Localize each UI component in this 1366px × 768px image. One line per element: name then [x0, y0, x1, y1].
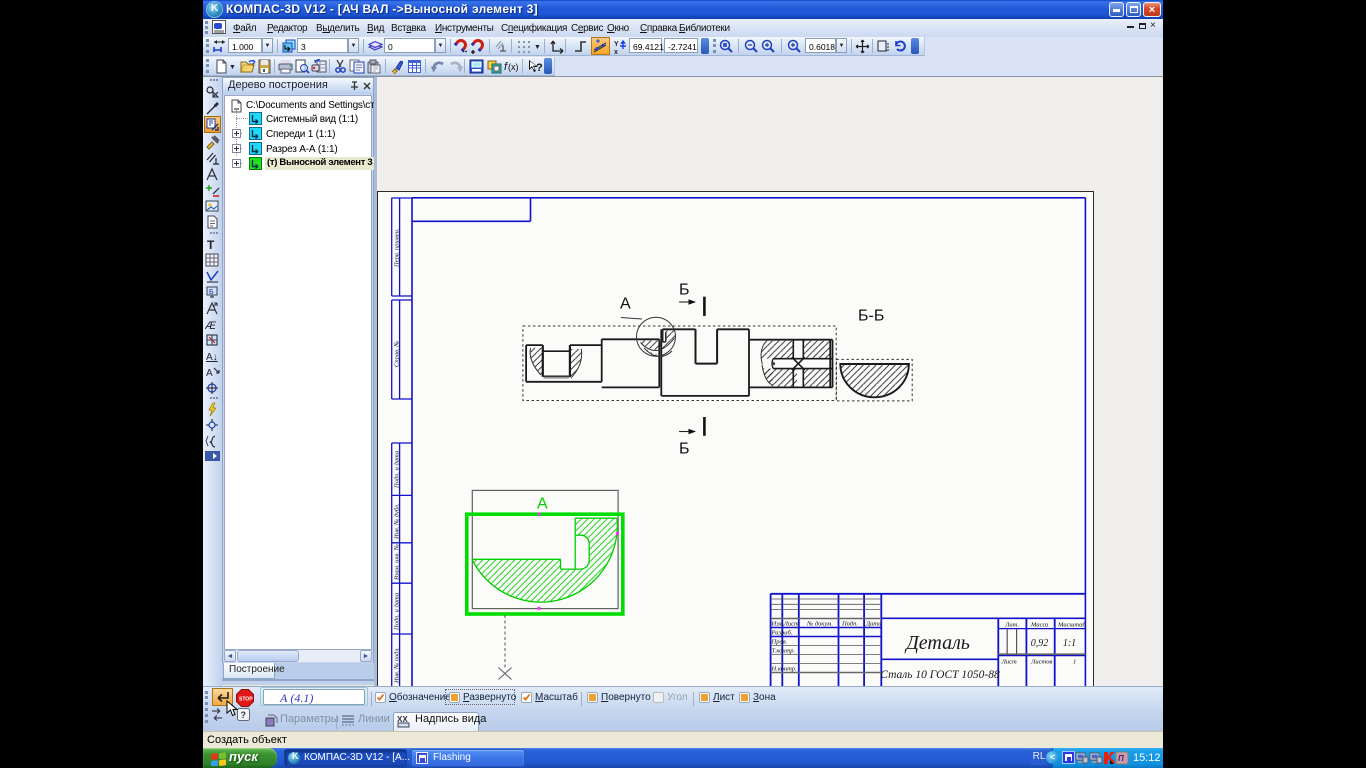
svg-text:Перв. примен.: Перв. примен.	[394, 228, 401, 268]
svg-text:Взам. инв. №: Взам. инв. №	[394, 544, 401, 580]
svg-text:0,92: 0,92	[1031, 638, 1049, 649]
svg-text:Разраб.: Разраб.	[771, 630, 793, 637]
svg-text:А: А	[206, 368, 213, 379]
svg-text:Лист: Лист	[1001, 659, 1018, 666]
svg-text:Лит.: Лит.	[1004, 622, 1019, 629]
svg-text:Т.контр.: Т.контр.	[772, 648, 796, 655]
svg-text:Инв. № дубл.: Инв. № дубл.	[394, 503, 401, 540]
svg-text:Сталь 10 ГОСТ 1050-88: Сталь 10 ГОСТ 1050-88	[880, 669, 1000, 681]
svg-text:Дата: Дата	[865, 621, 881, 628]
svg-text:1:1: 1:1	[1063, 638, 1076, 649]
svg-text:Масса: Масса	[1030, 622, 1048, 629]
svg-text:Подп. и дата: Подп. и дата	[394, 451, 401, 489]
svg-text:Н.контр.: Н.контр.	[771, 666, 798, 673]
svg-text:Подп.: Подп.	[841, 621, 858, 628]
svg-text:Листов: Листов	[1030, 659, 1052, 666]
svg-text:А: А	[620, 296, 631, 313]
svg-text:Б-Б: Б-Б	[858, 308, 884, 325]
svg-text:1: 1	[1073, 659, 1076, 666]
svg-text:А↓: А↓	[206, 352, 218, 363]
svg-text:Б: Б	[679, 441, 690, 458]
svg-text:Инв. № подл.: Инв. № подл.	[394, 647, 401, 684]
svg-text:?: ?	[241, 710, 247, 720]
svg-text:№ докум.: № докум.	[806, 621, 833, 628]
svg-text:Y: Y	[614, 41, 619, 48]
svg-text:А: А	[537, 496, 548, 513]
svg-text:Т: Т	[207, 238, 215, 252]
svg-text:Деталь: Деталь	[904, 632, 970, 654]
svg-text:Б: Б	[679, 282, 690, 299]
svg-text:(x): (x)	[508, 62, 519, 72]
svg-text:STOP: STOP	[239, 697, 253, 703]
svg-text:x: x	[614, 49, 618, 54]
svg-text:Æ: Æ	[205, 320, 217, 332]
svg-text:Справ. №: Справ. №	[394, 341, 401, 367]
svg-text:П: П	[1118, 754, 1124, 763]
svg-text:Лист: Лист	[783, 621, 800, 628]
svg-text:Масштаб: Масштаб	[1057, 622, 1086, 629]
svg-text:Подп. и дата: Подп. и дата	[394, 593, 401, 631]
svg-text:Пров.: Пров.	[771, 639, 788, 646]
svg-text:Б: Б	[209, 289, 214, 296]
svg-text:?: ?	[536, 62, 543, 74]
